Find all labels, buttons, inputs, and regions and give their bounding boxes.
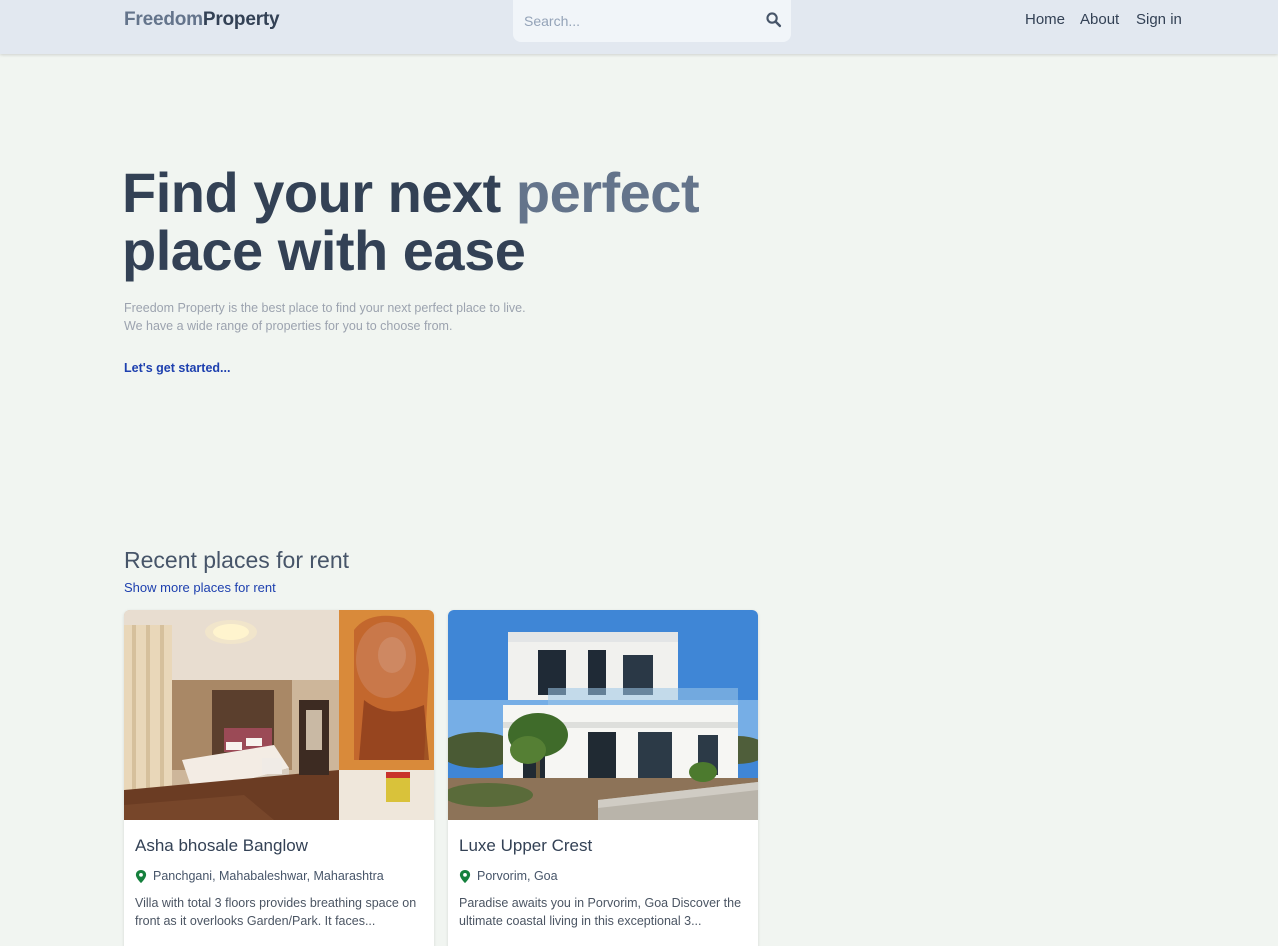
listing-title[interactable]: Asha bhosale Banglow <box>135 836 308 856</box>
location-pin-icon <box>135 869 147 883</box>
hero-heading-start: Find your next <box>122 161 516 224</box>
listing-description: Paradise awaits you in Porvorim, Goa Dis… <box>459 896 742 928</box>
logo-part-property: Property <box>202 9 280 30</box>
site-logo[interactable]: FreedomProperty <box>124 9 280 31</box>
listing-image-villa[interactable] <box>448 610 758 820</box>
top-navbar: FreedomProperty Home About Sign in <box>0 0 1278 54</box>
logo-part-freedom: Freedom <box>124 9 203 30</box>
hero-description-line1: Freedom Property is the best place to fi… <box>124 301 526 315</box>
hero-heading-accent: perfect <box>515 161 700 224</box>
search-icon[interactable] <box>765 11 782 28</box>
hero-heading: Find your next perfect place with ease <box>122 164 822 280</box>
listing-card[interactable]: Luxe Upper Crest Porvorim, Goa Paradise … <box>448 610 758 946</box>
listing-location-text: Panchgani, Mahabaleshwar, Maharashtra <box>153 869 384 883</box>
show-more-rent-link[interactable]: Show more places for rent <box>124 580 276 595</box>
nav-link-about[interactable]: About <box>1080 11 1119 28</box>
listing-image-bedroom[interactable] <box>124 610 434 820</box>
recent-section-title: Recent places for rent <box>124 547 350 573</box>
listing-card[interactable]: Asha bhosale Banglow Panchgani, Mahabale… <box>124 610 434 946</box>
listing-location: Porvorim, Goa <box>459 868 558 884</box>
nav-link-sign-in[interactable]: Sign in <box>1136 11 1182 28</box>
hero-heading-line2: place with ease <box>122 219 526 282</box>
search-input[interactable] <box>524 10 754 32</box>
hero-description-line2: We have a wide range of properties for y… <box>124 319 453 333</box>
search-form <box>513 0 791 42</box>
get-started-link[interactable]: Let's get started... <box>124 361 230 375</box>
listing-location-text: Porvorim, Goa <box>477 869 558 883</box>
listing-description: Villa with total 3 floors provides breat… <box>135 896 417 928</box>
nav-link-home[interactable]: Home <box>1025 11 1065 28</box>
listing-title[interactable]: Luxe Upper Crest <box>459 836 592 856</box>
location-pin-icon <box>459 869 471 883</box>
hero-description: Freedom Property is the best place to fi… <box>124 299 644 335</box>
listing-location: Panchgani, Mahabaleshwar, Maharashtra <box>135 868 384 884</box>
